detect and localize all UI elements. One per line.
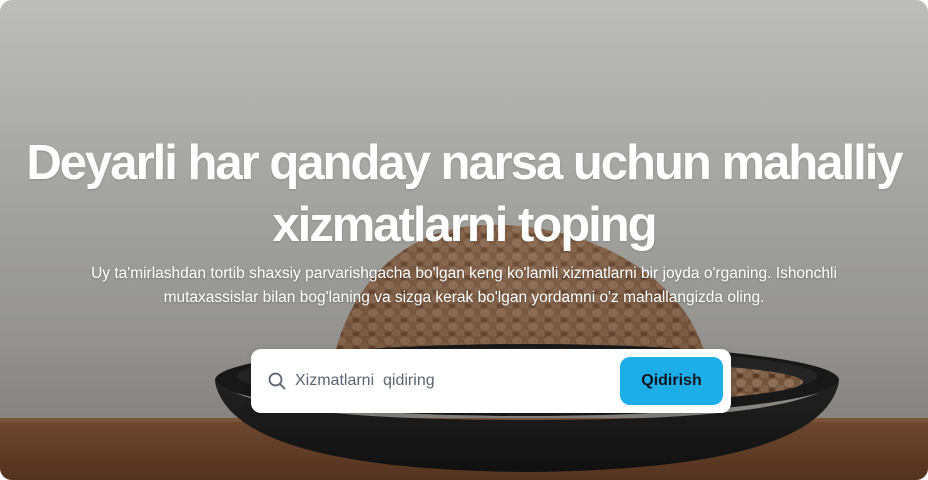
hero-headline: Deyarli har qanday narsa uchun mahalliy … [26,136,903,252]
search-button[interactable]: Qidirish [620,357,723,405]
search-icon [268,372,286,390]
hero-content: Deyarli har qanday narsa uchun mahalliy … [0,0,928,480]
hero-subtitle: Uy ta'mirlashdan tortib shaxsiy parvaris… [91,265,837,306]
search-input[interactable] [295,365,615,397]
hero-section: Deyarli har qanday narsa uchun mahalliy … [0,0,928,480]
search-bar: Qidirish [251,349,731,413]
